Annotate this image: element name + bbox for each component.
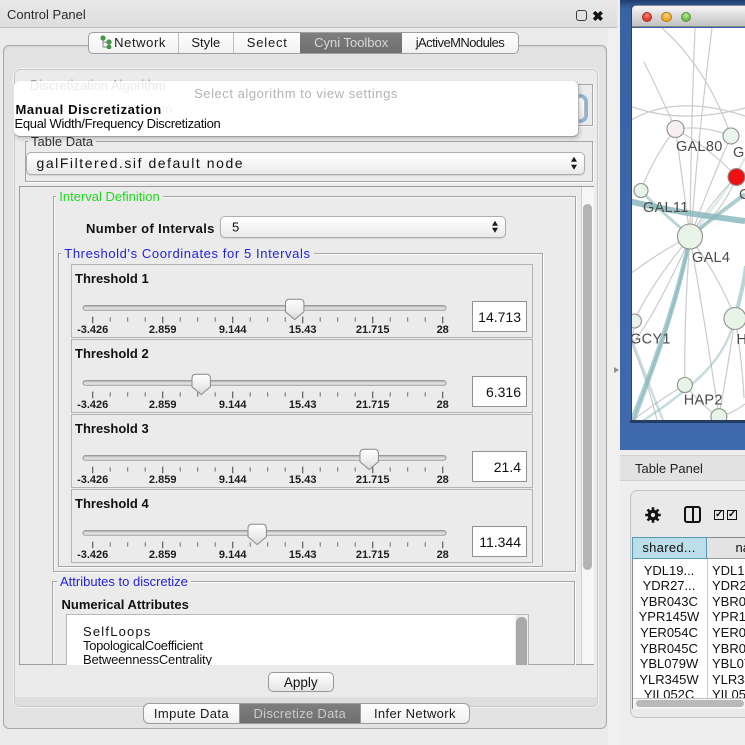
svg-text:C.: C. <box>739 187 745 203</box>
svg-text:G.: G. <box>733 145 745 161</box>
svg-text:HAP2: HAP2 <box>684 393 723 409</box>
svg-text:GCY1: GCY1 <box>632 332 671 348</box>
svg-text:GAL11: GAL11 <box>643 200 689 216</box>
svg-text:GAL4: GAL4 <box>692 250 730 266</box>
svg-text:H: H <box>737 332 745 348</box>
svg-text:GAL80: GAL80 <box>676 139 723 155</box>
